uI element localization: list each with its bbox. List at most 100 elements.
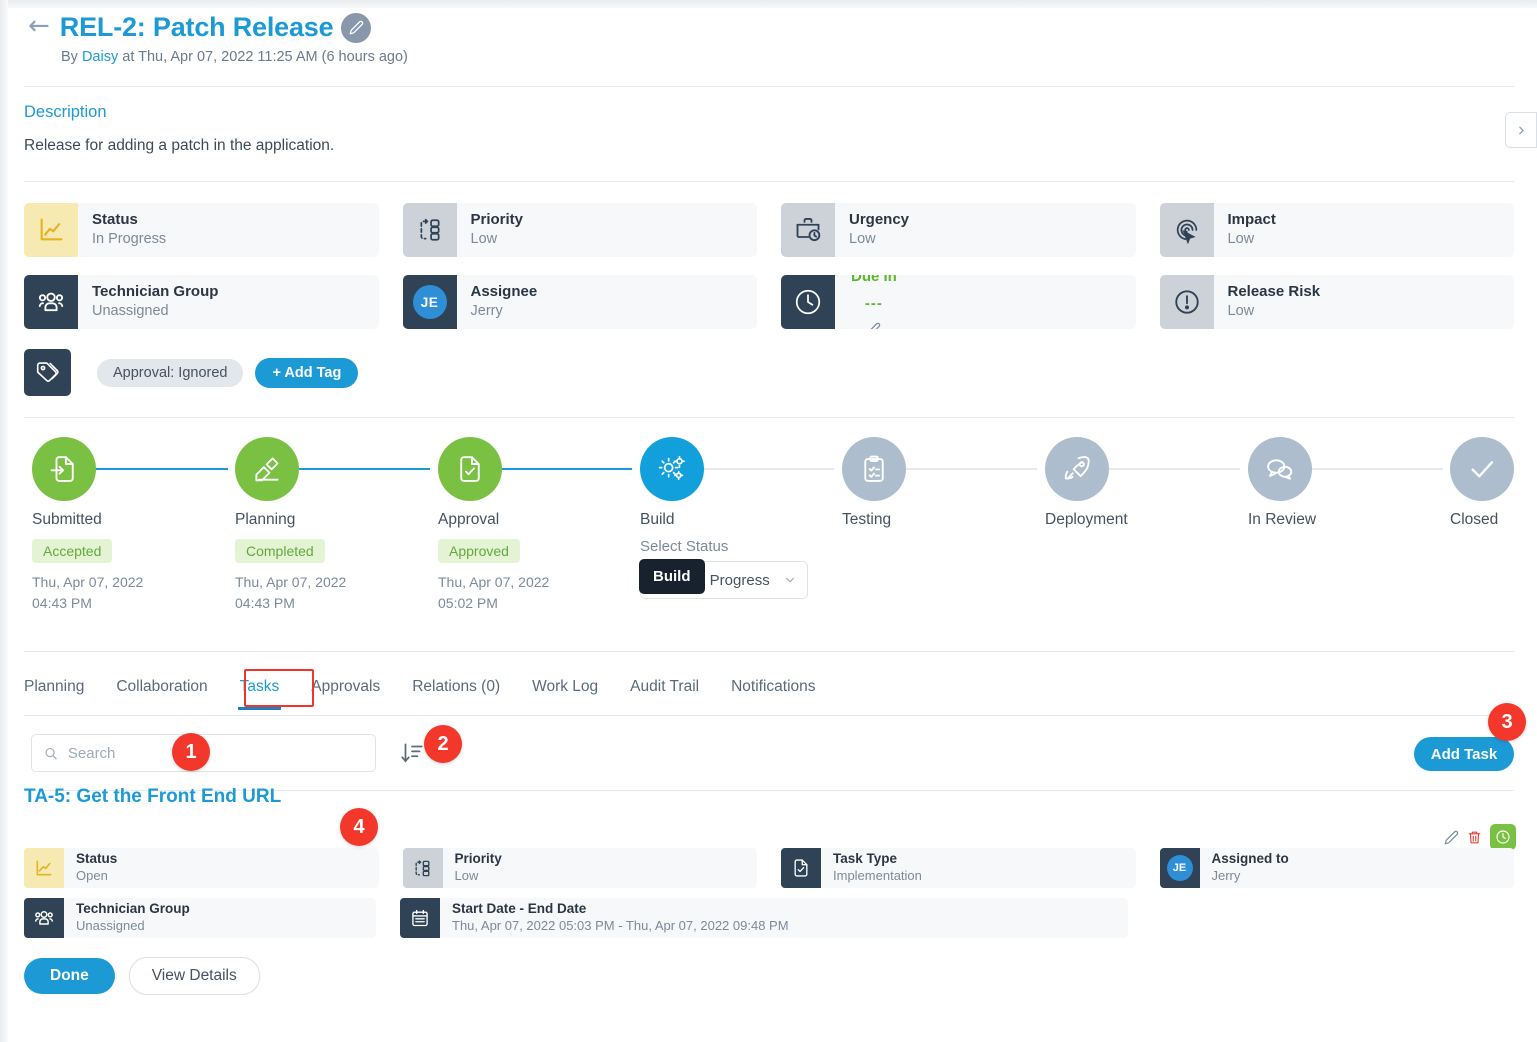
check-icon (1450, 437, 1514, 501)
task-property-value: Low (454, 867, 479, 883)
step-badge: Accepted (32, 539, 113, 563)
select-status-label: Select Status (640, 538, 729, 555)
property-value: Low (1227, 302, 1255, 319)
tab-relations[interactable]: Relations (0) (396, 672, 516, 710)
task-property-value: Thu, Apr 07, 2022 05:03 PM - Thu, Apr 07… (452, 917, 789, 933)
task-property-start-end-date[interactable]: Start Date - End Date Thu, Apr 07, 2022 … (400, 898, 1128, 938)
task-property-label: Start Date - End Date (452, 901, 587, 917)
step-label: Testing (842, 511, 892, 528)
header-divider (24, 86, 1514, 87)
task-button-row: Done View Details (24, 957, 260, 995)
property-label: Assignee (470, 283, 538, 301)
search-icon (45, 747, 57, 759)
step-date: Thu, Apr 07, 2022 04:43 PM (32, 572, 143, 614)
chart-line-icon (24, 203, 78, 257)
step-submitted[interactable]: Submitted Accepted Thu, Apr 07, 2022 04:… (32, 437, 143, 611)
step-date-line1: Thu, Apr 07, 2022 (235, 574, 347, 590)
step-in-review[interactable]: In Review (1248, 437, 1316, 528)
step-build[interactable]: Build Select Status In Progress Build (639, 437, 840, 599)
description-label: Description (24, 103, 107, 121)
chevron-right-icon[interactable] (1505, 112, 1537, 148)
view-details-button[interactable]: View Details (128, 957, 260, 995)
pencil-icon[interactable] (866, 322, 881, 329)
briefcase-clock-icon (781, 203, 835, 257)
connector-3 (492, 468, 632, 470)
tab-collaboration[interactable]: Collaboration (100, 672, 223, 710)
chevron-down-icon (785, 577, 795, 583)
clock-icon (781, 275, 835, 329)
alert-circle-icon (1159, 275, 1214, 329)
author-link[interactable]: Daisy (82, 49, 118, 65)
tab-tasks[interactable]: Tasks (224, 672, 296, 710)
tags-divider (24, 417, 1514, 418)
step-planning[interactable]: Planning Completed Thu, Apr 07, 2022 04:… (235, 437, 346, 611)
property-label: Release Risk (1227, 283, 1321, 301)
connector-1 (88, 468, 228, 470)
step-badge: Approved (438, 539, 520, 563)
avatar-initials: JE (1166, 855, 1193, 881)
step-deployment[interactable]: Deployment (1045, 437, 1128, 528)
property-card-urgency[interactable]: Urgency Low (781, 203, 1136, 257)
arrow-left-icon[interactable]: ← (28, 13, 50, 39)
task-property-technician-group[interactable]: Technician Group Unassigned (24, 898, 376, 938)
file-check-icon (438, 437, 502, 501)
step-testing[interactable]: Testing (842, 437, 906, 528)
users-group-icon (24, 898, 64, 938)
sort-descending-icon[interactable] (399, 740, 425, 766)
tag-chip[interactable]: Approval: Ignored (97, 358, 244, 387)
task-property-value: Unassigned (76, 917, 145, 933)
page-header: ← REL-2: Patch Release By Daisy at Thu, … (28, 12, 408, 65)
byline-suffix: at Thu, Apr 07, 2022 11:25 AM (6 hours a… (122, 49, 408, 65)
gears-icon (640, 437, 704, 501)
task-property-grid: Status Open Priority Low Task Type Imple… (24, 848, 1514, 948)
release-detail-page: ← REL-2: Patch Release By Daisy at Thu, … (0, 0, 1537, 1042)
property-value: Low (849, 230, 876, 247)
tab-work-log[interactable]: Work Log (516, 672, 614, 710)
calendar-icon (400, 898, 440, 938)
step-approval[interactable]: Approval Approved Thu, Apr 07, 2022 05:0… (438, 437, 549, 611)
avatar: JE (402, 275, 457, 329)
due-in-label: Due In (851, 275, 897, 285)
tab-bar: Planning Collaboration Tasks Approvals R… (24, 672, 1514, 716)
trash-icon[interactable] (1467, 830, 1482, 845)
property-card-release-risk[interactable]: Release Risk Low (1159, 275, 1514, 329)
step-label: Closed (1450, 511, 1499, 528)
task-property-priority[interactable]: Priority Low (402, 848, 757, 888)
tab-notifications[interactable]: Notifications (715, 672, 831, 710)
left-edge-strip (0, 0, 8, 1042)
task-row-spacer (1152, 898, 1514, 938)
pencil-icon[interactable] (1444, 830, 1459, 845)
property-card-technician-group[interactable]: Technician Group Unassigned (24, 275, 379, 329)
property-row-2: Technician Group Unassigned JE Assignee … (24, 275, 1514, 329)
search-input[interactable] (67, 744, 363, 762)
task-property-task-type[interactable]: Task Type Implementation (781, 848, 1136, 888)
connector-2 (290, 468, 430, 470)
file-check-icon (781, 848, 821, 888)
task-property-status[interactable]: Status Open (24, 848, 379, 888)
property-card-priority[interactable]: Priority Low (402, 203, 757, 257)
clock-icon[interactable] (1490, 824, 1516, 850)
property-value: In Progress (92, 230, 167, 247)
byline: By Daisy at Thu, Apr 07, 2022 11:25 AM (… (61, 49, 408, 65)
tabs-divider (24, 715, 1514, 716)
connector-5 (897, 468, 1037, 470)
property-value: Jerry (470, 302, 503, 319)
add-tag-button[interactable]: + Add Tag (255, 357, 359, 388)
pencil-icon[interactable] (341, 12, 372, 43)
tab-audit-trail[interactable]: Audit Trail (614, 672, 715, 710)
avatar: JE (1159, 848, 1200, 888)
property-label: Impact (1227, 211, 1276, 229)
tab-planning[interactable]: Planning (24, 672, 100, 710)
add-task-button[interactable]: Add Task (1414, 737, 1514, 771)
step-badge: Completed (235, 539, 325, 563)
task-title[interactable]: TA-5: Get the Front End URL (24, 786, 281, 808)
property-card-assignee[interactable]: JE Assignee Jerry (402, 275, 757, 329)
property-card-status[interactable]: Status In Progress (24, 203, 379, 257)
byline-prefix: By (61, 49, 78, 65)
property-card-due-in[interactable]: Due In --- (781, 275, 1136, 329)
task-property-assigned-to[interactable]: JE Assigned to Jerry (1159, 848, 1514, 888)
step-closed[interactable]: Closed (1450, 437, 1514, 528)
tab-approvals[interactable]: Approvals (295, 672, 396, 710)
done-button[interactable]: Done (24, 958, 115, 994)
property-card-impact[interactable]: Impact Low (1159, 203, 1514, 257)
